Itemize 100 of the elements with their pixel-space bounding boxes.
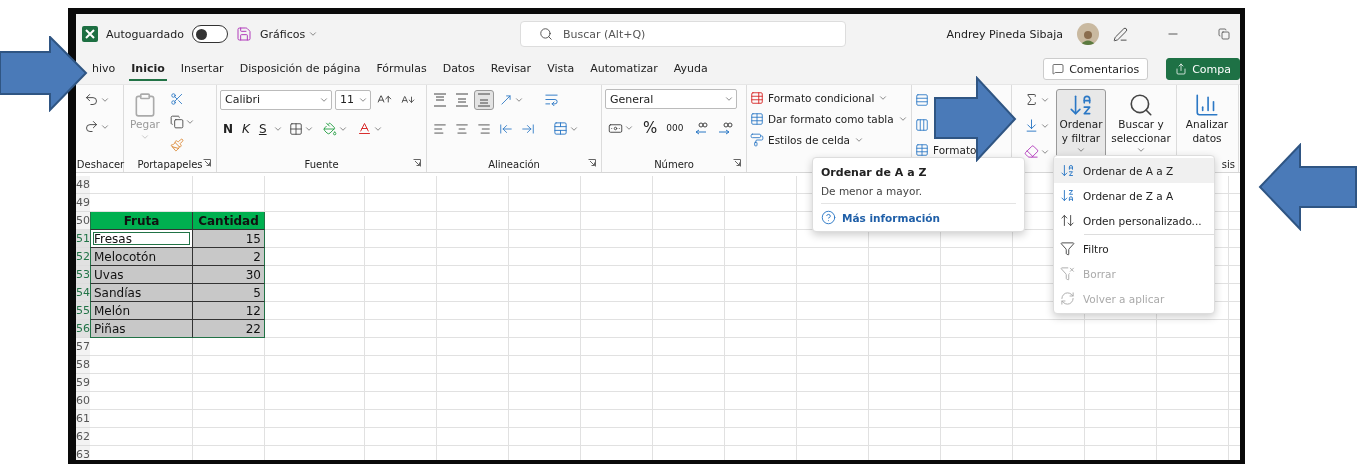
row-number[interactable]: 57	[76, 338, 90, 356]
chevron-down-icon	[854, 135, 864, 145]
ribbon-tab[interactable]: Ayuda	[671, 57, 710, 81]
vertical-align-button[interactable]	[474, 89, 494, 110]
styles-menu-button[interactable]: Estilos de celda	[750, 131, 864, 149]
save-icon[interactable]	[236, 26, 252, 42]
clear-filter-icon	[1060, 266, 1075, 281]
row-number[interactable]: 49	[76, 194, 90, 212]
row-number[interactable]: 58	[76, 356, 90, 374]
row-number[interactable]: 48	[76, 176, 90, 194]
table-icon	[915, 143, 929, 157]
font-color-icon	[356, 121, 372, 136]
row-number[interactable]: 55	[76, 302, 90, 320]
font-size: 11	[340, 93, 354, 106]
font-size-select[interactable]: 11	[335, 89, 371, 110]
analyze-data-button[interactable]: Analizar datos	[1180, 89, 1234, 149]
rows-icon	[915, 93, 929, 107]
pen-icon[interactable]	[1113, 26, 1128, 42]
cells-button[interactable]	[915, 116, 929, 134]
cells-button[interactable]	[915, 91, 929, 109]
decrease-decimal-icon	[717, 121, 734, 135]
share-icon	[1175, 63, 1188, 75]
dialog-launcher-icon[interactable]	[588, 159, 596, 167]
scissors-icon	[170, 92, 184, 106]
table-cell: 22	[193, 320, 265, 338]
ribbon-tab[interactable]: Fórmulas	[374, 57, 429, 81]
menu-item[interactable]: Orden personalizado...	[1054, 208, 1214, 233]
italic-button[interactable]: K	[239, 119, 253, 138]
styles-menu-button[interactable]: Dar formato como tabla	[750, 110, 908, 128]
decrease-indent-icon	[499, 121, 513, 136]
redo-icon	[84, 119, 99, 134]
align-center-icon	[455, 121, 469, 136]
table-cell: 30	[193, 266, 265, 284]
row-number[interactable]: 54	[76, 284, 90, 302]
row-number[interactable]: 62	[76, 428, 90, 446]
restore-icon[interactable]	[1218, 28, 1230, 40]
paint-bucket-icon	[322, 121, 337, 136]
font-name-select[interactable]: Calibri	[220, 89, 332, 110]
styles-menu-button[interactable]: Formato condicional	[750, 89, 889, 107]
percent-button[interactable]: %	[640, 117, 661, 139]
dialog-launcher-icon[interactable]	[413, 159, 421, 167]
row-number[interactable]: 60	[76, 392, 90, 410]
align-top-icon	[433, 92, 447, 107]
file-name[interactable]: Gráficos	[260, 27, 306, 41]
sort-ascending-icon	[1060, 163, 1075, 178]
menu-item[interactable]: Ordenar de Z a A	[1054, 183, 1214, 208]
ribbon-tab[interactable]: hivo	[90, 57, 118, 81]
increase-indent-icon	[521, 121, 535, 136]
font-name: Calibri	[225, 93, 261, 106]
more-info-link[interactable]: Más información	[821, 210, 1016, 225]
align-bottom-icon	[477, 92, 491, 107]
format-menu-button[interactable]: Formato	[915, 141, 977, 159]
excel-logo-icon	[82, 26, 98, 42]
sigma-icon	[1024, 92, 1039, 107]
chevron-down-icon	[897, 114, 908, 124]
ribbon-tab[interactable]: Revisar	[488, 57, 534, 81]
row-number[interactable]: 52	[76, 248, 90, 266]
avatar[interactable]	[1077, 23, 1099, 45]
sort-descending-icon	[1060, 188, 1075, 203]
table-icon	[750, 112, 764, 126]
ribbon-tab[interactable]: Datos	[440, 57, 477, 81]
share-button[interactable]: Compa	[1166, 58, 1240, 80]
group-label: Deshacer	[76, 158, 125, 170]
row-number[interactable]: 61	[76, 410, 90, 428]
row-number[interactable]: 56	[76, 320, 90, 338]
bold-button[interactable]: N	[220, 119, 237, 138]
magnifier-icon	[1128, 92, 1154, 118]
ribbon-tab[interactable]: Vista	[545, 57, 577, 81]
chevron-down-icon	[185, 117, 195, 127]
align-left-icon	[433, 121, 447, 136]
autosave-toggle[interactable]	[192, 25, 228, 43]
table-cell: Fresas	[90, 230, 193, 248]
menu-item[interactable]: Filtro	[1054, 236, 1214, 261]
number-format-select[interactable]: General	[605, 89, 737, 109]
group-label: Portapapeles	[137, 158, 203, 170]
borders-icon	[288, 121, 303, 136]
ribbon-tab[interactable]: Automatizar	[588, 57, 660, 81]
ribbon-tab[interactable]: Disposición de página	[237, 57, 363, 81]
dialog-launcher-icon[interactable]	[203, 159, 211, 167]
table-cell: 2	[193, 248, 265, 266]
row-number[interactable]: 59	[76, 374, 90, 392]
ribbon-tab[interactable]: Inicio	[129, 57, 167, 81]
underline-button[interactable]: S	[255, 119, 270, 138]
thousands-button[interactable]: 000	[663, 121, 687, 135]
comments-button[interactable]: Comentarios	[1043, 58, 1149, 80]
search-field[interactable]: Buscar (Alt+Q)	[520, 21, 846, 47]
chevron-down-icon	[878, 93, 889, 103]
row-number[interactable]: 63	[76, 446, 90, 460]
row-number[interactable]: 51	[76, 230, 90, 248]
group-label: sis	[1221, 158, 1235, 170]
dialog-launcher-icon[interactable]	[733, 159, 741, 167]
group-label: Número	[654, 158, 694, 170]
table-cell: Melocotón	[90, 248, 193, 266]
row-number[interactable]: 53	[76, 266, 90, 284]
search-icon	[539, 27, 553, 41]
reapply-icon	[1060, 291, 1075, 306]
menu-item[interactable]: Ordenar de A a Z	[1054, 158, 1214, 183]
row-number[interactable]: 50	[76, 212, 90, 230]
help-icon	[821, 210, 836, 225]
ribbon-tab[interactable]: Insertar	[178, 57, 226, 81]
